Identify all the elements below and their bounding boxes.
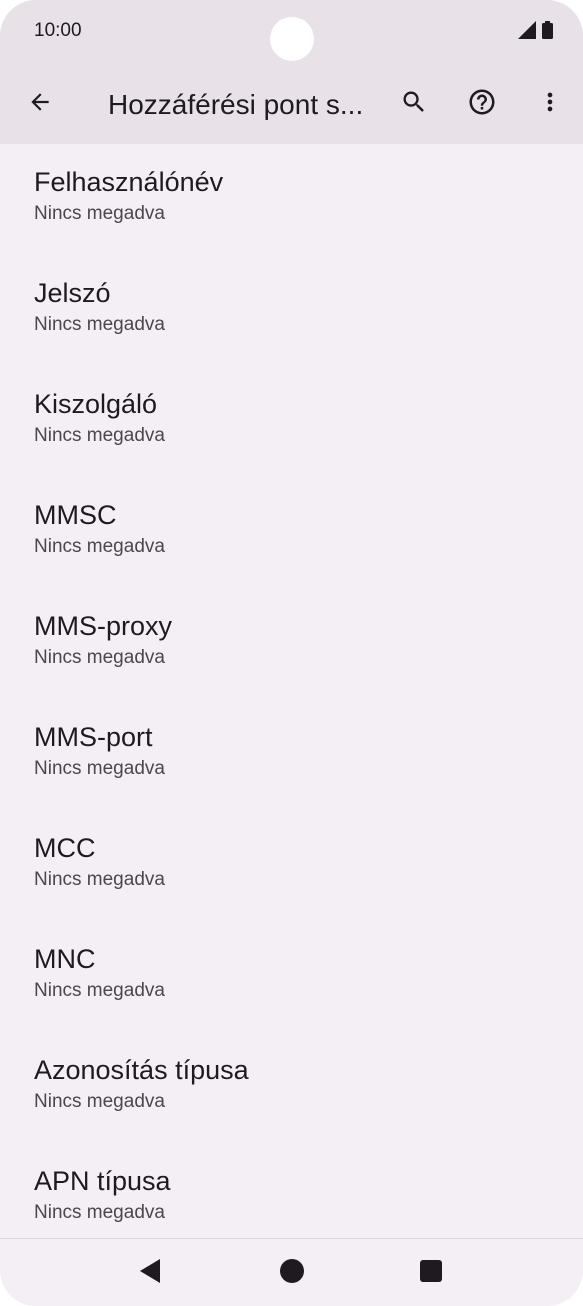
back-button[interactable] (18, 82, 62, 126)
camera-cutout (270, 17, 314, 61)
list-item-auth-type[interactable]: Azonosítás típusa Nincs megadva (0, 1032, 583, 1143)
item-summary: Nincs megadva (34, 203, 165, 224)
list-item-password[interactable]: Jelszó Nincs megadva (0, 255, 583, 366)
nav-back-button[interactable] (130, 1253, 170, 1293)
item-title: MMS-port (34, 722, 153, 752)
list-item-mmsc[interactable]: MMSC Nincs megadva (0, 477, 583, 588)
list-item-server[interactable]: Kiszolgáló Nincs megadva (0, 366, 583, 477)
item-title: MCC (34, 833, 96, 863)
status-bar: 10:00 (0, 0, 583, 64)
item-title: Azonosítás típusa (34, 1055, 249, 1085)
item-summary: Nincs megadva (34, 758, 165, 779)
list-item-username[interactable]: Felhasználónév Nincs megadva (0, 144, 583, 255)
list-item-mcc[interactable]: MCC Nincs megadva (0, 810, 583, 921)
nav-back-icon (138, 1258, 162, 1289)
settings-list: Felhasználónév Nincs megadva Jelszó Ninc… (0, 144, 583, 1254)
page-title: Hozzáférési pont s... (108, 89, 364, 120)
item-summary: Nincs megadva (34, 314, 165, 335)
phone-screen: 10:00 Hozzáférési pont s... Felhasználón… (0, 0, 583, 1306)
item-title: Felhasználónév (34, 167, 224, 197)
item-summary: Nincs megadva (34, 647, 165, 668)
item-title: MNC (34, 944, 96, 974)
list-item-mnc[interactable]: MNC Nincs megadva (0, 921, 583, 1032)
item-title: MMSC (34, 500, 117, 530)
item-summary: Nincs megadva (34, 1202, 165, 1223)
item-title: Kiszolgáló (34, 389, 158, 419)
more-options-button[interactable] (528, 82, 572, 126)
nav-recents-icon (420, 1259, 442, 1287)
navigation-bar (0, 1238, 583, 1306)
search-button[interactable] (392, 82, 436, 126)
back-arrow-icon (27, 89, 53, 120)
item-summary: Nincs megadva (34, 869, 165, 890)
item-title: APN típusa (34, 1166, 171, 1196)
nav-home-button[interactable] (272, 1253, 312, 1293)
signal-icon (518, 20, 536, 44)
item-summary: Nincs megadva (34, 1091, 165, 1112)
item-summary: Nincs megadva (34, 536, 165, 557)
help-icon (467, 87, 497, 122)
nav-home-icon (279, 1258, 305, 1289)
list-item-mms-proxy[interactable]: MMS-proxy Nincs megadva (0, 588, 583, 699)
status-time: 10:00 (34, 20, 82, 41)
nav-recents-button[interactable] (411, 1253, 451, 1293)
search-icon (400, 88, 428, 121)
app-bar: Hozzáférési pont s... (0, 64, 583, 144)
status-icons (518, 20, 553, 44)
item-summary: Nincs megadva (34, 425, 165, 446)
more-vert-icon (536, 88, 564, 121)
item-summary: Nincs megadva (34, 980, 165, 1001)
item-title: MMS-proxy (34, 611, 173, 641)
battery-icon (542, 20, 553, 44)
help-button[interactable] (460, 82, 504, 126)
list-item-mms-port[interactable]: MMS-port Nincs megadva (0, 699, 583, 810)
item-title: Jelszó (34, 278, 111, 308)
